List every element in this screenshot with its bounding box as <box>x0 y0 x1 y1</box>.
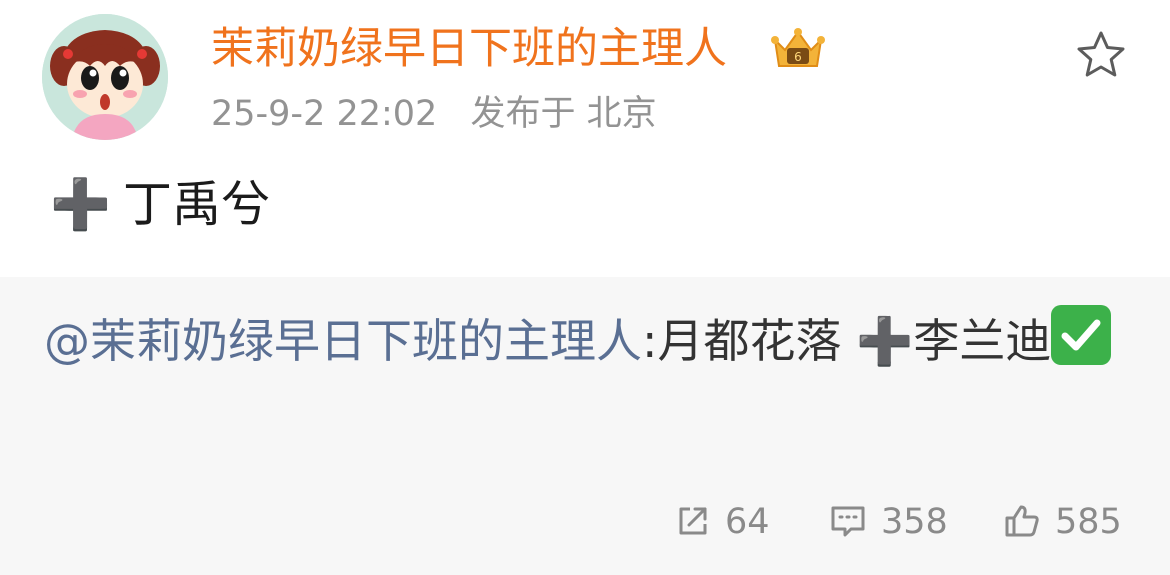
crown-vip-icon[interactable]: 6 <box>769 26 827 72</box>
repost-text-part1: :月都花落 <box>642 314 857 368</box>
repost-text-part2: 李兰迪 <box>913 314 1052 368</box>
comment-count: 358 <box>881 502 948 542</box>
plus-emoji: ➕ <box>856 314 914 368</box>
username[interactable]: 茉莉奶绿早日下班的主理人 <box>211 22 727 76</box>
comment-bubble-icon <box>831 506 865 537</box>
share-arrow-icon <box>679 507 707 535</box>
mention-link[interactable]: @茉莉奶绿早日下班的主理人 <box>44 314 642 368</box>
repost-count: 64 <box>725 502 770 542</box>
repost-content: @茉莉奶绿早日下班的主理人:月都花落 ➕李兰迪 <box>44 305 1134 376</box>
repost-box[interactable]: @茉莉奶绿早日下班的主理人:月都花落 ➕李兰迪 64 358 585 <box>0 277 1170 575</box>
svg-text:6: 6 <box>794 50 802 64</box>
like-button[interactable]: 585 <box>1003 499 1122 545</box>
star-outline-icon[interactable] <box>1074 28 1128 82</box>
post-header: 茉莉奶绿早日下班的主理人 6 25-9-2 22:02 发布于 北京 <box>0 0 1170 160</box>
avatar[interactable] <box>42 14 168 140</box>
post-time: 25-9-2 22:02 <box>211 94 438 134</box>
green-check-emoji-icon <box>1051 305 1112 365</box>
post-card: 茉莉奶绿早日下班的主理人 6 25-9-2 22:02 发布于 北京 ➕丁禹兮 <box>0 0 1170 575</box>
like-count: 585 <box>1055 502 1122 542</box>
post-location: 发布于 北京 <box>470 94 657 134</box>
post-meta: 25-9-2 22:02 发布于 北京 <box>211 90 657 138</box>
action-bar: 64 358 585 <box>0 487 1170 557</box>
cartoon-girl-avatar-icon <box>42 14 168 140</box>
comment-button[interactable]: 358 <box>829 499 948 545</box>
plus-emoji: ➕ <box>50 176 112 233</box>
post-content: ➕ 丁禹兮 <box>50 170 270 240</box>
repost-button[interactable]: 64 <box>675 499 770 545</box>
post-text: 丁禹兮 <box>123 176 271 233</box>
thumbs-up-icon <box>1005 505 1039 537</box>
